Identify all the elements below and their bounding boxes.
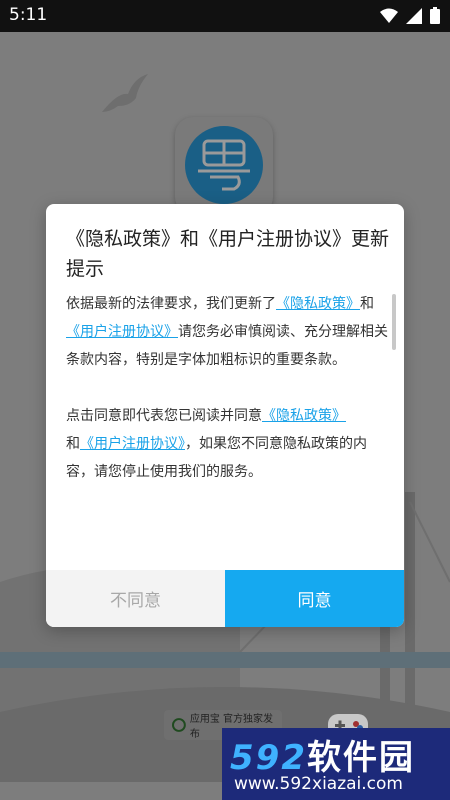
wifi-icon	[380, 8, 398, 23]
user-agreement-link-2[interactable]: 《用户注册协议》	[80, 436, 185, 452]
yingyongbao-icon	[172, 718, 186, 732]
dialog-paragraph-1: 依据最新的法律要求，我们更新了《隐私政策》和《用户注册协议》请您务必审慎阅读、充…	[66, 290, 388, 374]
p2-prefix: 点击同意即代表您已阅读并同意	[66, 408, 262, 424]
privacy-update-dialog: 《隐私政策》和《用户注册协议》更新提示 依据最新的法律要求，我们更新了《隐私政策…	[46, 204, 404, 627]
signal-icon	[406, 7, 422, 24]
watermark-brand: 592软件园	[230, 730, 415, 779]
status-icons	[380, 7, 440, 24]
watermark-brand-text: 软件园	[306, 738, 415, 778]
app-logo	[175, 117, 273, 215]
status-bar: 5:11	[0, 0, 450, 32]
privacy-policy-link-2[interactable]: 《隐私政策》	[262, 408, 346, 424]
dialog-paragraph-2: 点击同意即代表您已阅读并同意《隐私政策》 和《用户注册协议》，如果您不同意隐私政策…	[66, 402, 388, 486]
p1-prefix: 依据最新的法律要求，我们更新了	[66, 296, 276, 312]
agree-button[interactable]: 同意	[225, 570, 404, 627]
watermark-url: www.592xiazai.com	[234, 774, 403, 794]
disagree-button[interactable]: 不同意	[46, 570, 225, 627]
dialog-scrollbar[interactable]	[392, 294, 396, 350]
battery-icon	[430, 7, 440, 24]
dialog-buttons: 不同意 同意	[46, 570, 404, 627]
privacy-policy-link[interactable]: 《隐私政策》	[276, 296, 360, 312]
watermark-brand-number: 592	[230, 738, 307, 778]
yue-logo-icon	[198, 139, 250, 191]
dialog-title: 《隐私政策》和《用户注册协议》更新提示	[66, 228, 390, 280]
and-text-2: 和	[66, 436, 80, 452]
and-text: 和	[360, 296, 374, 312]
site-watermark: 592软件园 www.592xiazai.com	[222, 728, 450, 800]
status-time: 5:11	[9, 5, 48, 25]
user-agreement-link[interactable]: 《用户注册协议》	[66, 324, 178, 340]
bird-icon	[102, 74, 148, 112]
dialog-body: 依据最新的法律要求，我们更新了《隐私政策》和《用户注册协议》请您务必审慎阅读、充…	[66, 290, 388, 554]
